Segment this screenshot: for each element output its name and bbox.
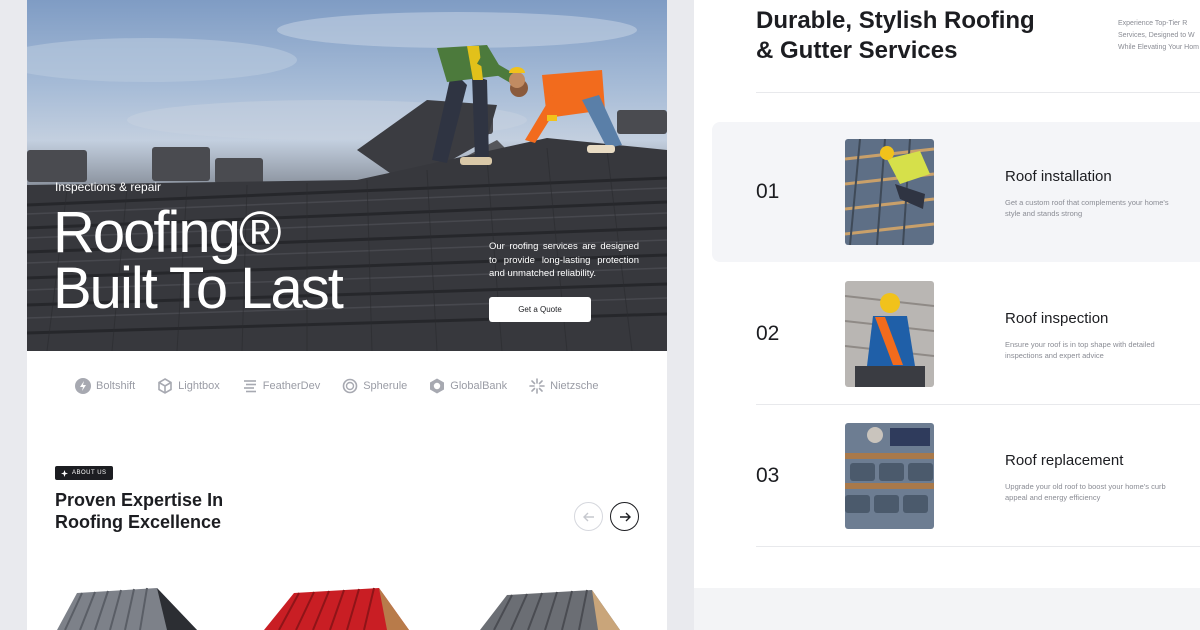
partner-logo-name: GlobalBank [450, 380, 508, 392]
hero-description: Our roofing services are designed to pro… [489, 241, 639, 279]
services-title-line: Durable, Stylish Roofing [756, 7, 1035, 34]
partner-logo: Boltshift [75, 378, 135, 394]
sphere-icon [342, 378, 358, 394]
service-number: 03 [756, 464, 780, 487]
roof-product-image [57, 587, 197, 630]
about-badge: ABOUT US [55, 466, 113, 480]
services-footer [694, 588, 1200, 630]
about-title-line: Roofing Excellence [55, 512, 222, 532]
partner-logo: Spherule [342, 378, 407, 394]
service-description: Ensure your roof is in top shape with de… [1005, 340, 1155, 360]
arrow-left-icon [582, 512, 594, 521]
service-name: Roof inspection [1005, 310, 1109, 327]
services-intro-text: Experience Top-Tier R Services, Designed… [1118, 18, 1200, 54]
about-badge-label: ABOUT US [72, 470, 107, 476]
partner-logo: Lightbox [157, 378, 220, 394]
partner-logo-name: FeatherDev [262, 380, 321, 392]
hexagon-icon [430, 378, 445, 394]
partner-logo-name: Spherule [363, 380, 408, 392]
lines-icon [243, 380, 256, 393]
sparkle-icon [61, 469, 68, 477]
hero-title: Roofing® Built To Last [53, 200, 413, 321]
service-row-inspection[interactable]: 02 Roof inspection Ensure your roof is i… [712, 264, 1200, 404]
partner-logo-name: Nietzsche [550, 380, 599, 392]
hero-title-line: Roofing® [53, 200, 282, 265]
bolt-icon [75, 378, 91, 394]
starburst-icon [529, 378, 545, 394]
arrow-right-icon [619, 512, 631, 521]
service-image [845, 139, 934, 245]
service-image [845, 281, 934, 387]
services-title: Durable, Stylish Roofing & Gutter Servic… [756, 6, 1035, 66]
service-image [845, 423, 934, 529]
hero-section: Inspections & repair Roofing® Built To L… [27, 0, 667, 351]
hero-title-line: Built To Last [53, 256, 344, 321]
services-intro-line: Services, Designed to W [1118, 32, 1195, 39]
service-row-installation[interactable]: 01 Roof installation Get a custom roof t… [712, 122, 1200, 262]
carousel-next-button[interactable] [610, 502, 639, 531]
carousel-prev-button[interactable] [574, 502, 603, 531]
service-name: Roof replacement [1005, 452, 1124, 469]
service-description: Upgrade your old roof to boost your home… [1005, 482, 1166, 502]
service-number: 01 [756, 180, 780, 203]
services-intro-line: While Elevating Your Hom [1118, 44, 1199, 51]
partner-logos: Boltshift Lightbox FeatherDev Spherule G… [75, 375, 635, 397]
get-quote-button[interactable]: Get a Quote [489, 297, 591, 322]
partner-logo: FeatherDev [242, 378, 320, 394]
landing-panel: Inspections & repair Roofing® Built To L… [27, 0, 667, 630]
roof-product-image [264, 587, 409, 630]
about-title-line: Proven Expertise In [55, 490, 224, 510]
about-title: Proven Expertise In Roofing Excellence [55, 489, 223, 533]
cube-icon [158, 378, 172, 394]
partner-logo: Nietzsche [529, 378, 598, 394]
hero-eyebrow: Inspections & repair [55, 180, 162, 194]
divider [756, 92, 1200, 93]
service-description: Get a custom roof that complements your … [1005, 198, 1169, 218]
services-title-line: & Gutter Services [756, 37, 958, 64]
service-name: Roof installation [1005, 168, 1112, 185]
services-panel: Durable, Stylish Roofing & Gutter Servic… [694, 0, 1200, 588]
divider [756, 404, 1200, 405]
partner-logo-name: Lightbox [178, 380, 220, 392]
partner-logo-name: Boltshift [96, 380, 136, 392]
divider [756, 546, 1200, 547]
service-row-replacement[interactable]: 03 Roof replacement Upgrade your old roo… [712, 406, 1200, 546]
service-number: 02 [756, 322, 780, 345]
partner-logo: GlobalBank [429, 378, 507, 394]
services-intro-line: Experience Top-Tier R [1118, 20, 1188, 27]
roof-product-image [480, 589, 620, 630]
